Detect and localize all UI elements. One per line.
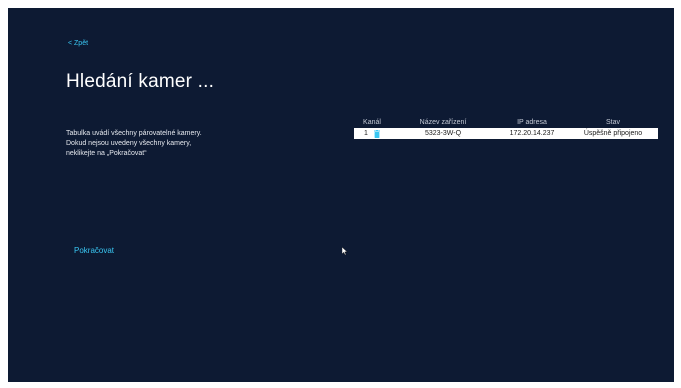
- instruction-text: Tabulka uvádí všechny párovatelné kamery…: [66, 129, 266, 159]
- column-header-status: Stav: [605, 119, 620, 126]
- device-name-cell: 5323-3W-Q: [424, 130, 462, 137]
- channel-number: 1: [364, 130, 368, 137]
- channel-cell: 1: [354, 129, 390, 138]
- column-header-device-name: Název zařízení: [419, 119, 467, 126]
- column-header-channel: Kanál: [363, 119, 381, 126]
- instruction-line: Dokud nejsou uvedeny všechny kamery,: [66, 140, 192, 147]
- trash-icon[interactable]: [373, 129, 380, 138]
- back-link[interactable]: < Zpět: [68, 40, 88, 47]
- camera-search-screen: < Zpět Hledání kamer ... Tabulka uvádí v…: [8, 8, 674, 382]
- continue-button[interactable]: Pokračovat: [74, 246, 114, 255]
- camera-table: Kanál Název zařízení IP adresa Stav 1 53…: [354, 117, 658, 139]
- ip-address-cell: 172.20.14.237: [509, 130, 555, 137]
- status-cell: Úspěšně připojeno: [583, 130, 643, 137]
- instruction-line: neklikejte na „Pokračovat“: [66, 150, 147, 157]
- instruction-line: Tabulka uvádí všechny párovatelné kamery…: [66, 130, 202, 137]
- page-title: Hledání kamer ...: [66, 71, 215, 92]
- table-row[interactable]: 1 5323-3W-Q 172.20.14.237 Úspěšně připoj…: [354, 128, 658, 139]
- table-header: Kanál Název zařízení IP adresa Stav: [354, 117, 658, 128]
- column-header-ip: IP adresa: [517, 119, 547, 126]
- mouse-cursor-icon: [341, 242, 348, 256]
